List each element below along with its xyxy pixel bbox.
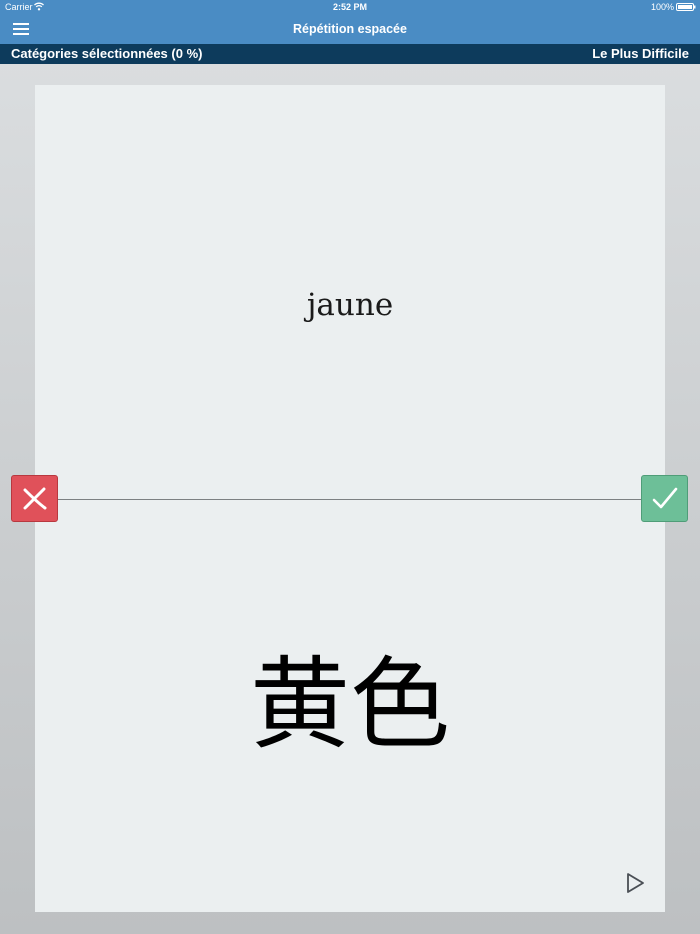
card-divider [58,499,642,500]
right-answer-button[interactable] [641,475,688,522]
card-front-word: jaune [306,287,394,323]
battery-percentage: 100% [650,2,674,12]
category-bar: Catégories sélectionnées (0 %) Le Plus D… [0,44,700,64]
selected-categories-label[interactable]: Catégories sélectionnées (0 %) [11,44,202,64]
navigation-bar: Carrier 2:52 PM 100% Répétition espacée [0,0,700,44]
status-time: 2:52 PM [332,2,367,12]
battery-icon [676,3,696,11]
wrong-answer-button[interactable] [11,475,58,522]
difficulty-label[interactable]: Le Plus Difficile [592,44,689,64]
play-icon[interactable] [622,870,648,896]
cross-icon [23,487,47,510]
card-back-word: 黄色 [250,646,450,763]
page-title: Répétition espacée [293,22,407,36]
status-bar: Carrier 2:52 PM 100% [0,0,700,14]
checkmark-icon [652,487,678,509]
